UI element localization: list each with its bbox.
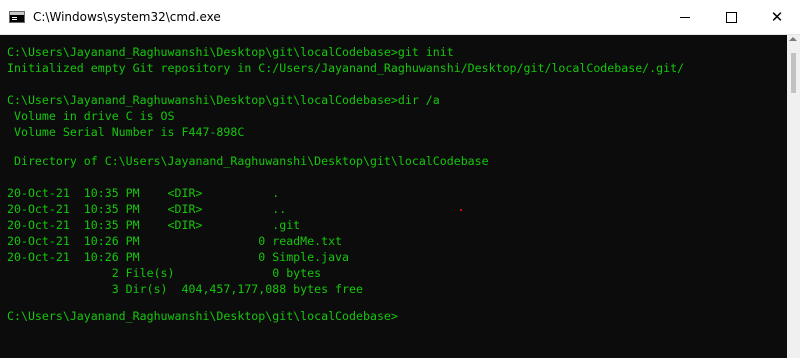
cmd-console-icon[interactable] — [9, 11, 25, 23]
console-output[interactable]: C:\Users\Jayanand_Raghuwanshi\Desktop\gi… — [0, 35, 787, 358]
console-line: C:\Users\Jayanand_Raghuwanshi\Desktop\gi… — [7, 93, 440, 107]
console-line: Initialized empty Git repository in C:/U… — [7, 61, 685, 75]
console-line: 20-Oct-21 10:35 PM <DIR> .git — [7, 218, 301, 232]
scroll-up-icon[interactable] — [789, 37, 797, 41]
console-line: Volume in drive C is OS — [7, 109, 175, 123]
console-line: Directory of C:\Users\Jayanand_Raghuwans… — [7, 154, 489, 168]
close-button[interactable]: ✕ — [754, 0, 800, 34]
console-line: 20-Oct-21 10:35 PM <DIR> .. — [7, 202, 287, 216]
console-prompt-line: C:\Users\Jayanand_Raghuwanshi\Desktop\gi… — [7, 309, 398, 323]
maximize-icon — [725, 11, 737, 23]
maximize-button[interactable] — [708, 0, 754, 34]
vertical-scrollbar[interactable] — [787, 35, 800, 358]
window-controls: ✕ — [662, 0, 800, 34]
console-line: 20-Oct-21 10:26 PM 0 readMe.txt — [7, 234, 343, 248]
minimize-icon — [680, 16, 690, 18]
close-icon: ✕ — [770, 7, 784, 26]
artifact-dot — [460, 209, 462, 211]
minimize-button[interactable] — [662, 0, 708, 34]
console-line: C:\Users\Jayanand_Raghuwanshi\Desktop\gi… — [7, 45, 454, 59]
title-bar[interactable]: C:\Windows\system32\cmd.exe ✕ — [0, 0, 800, 35]
cmd-window: C:\Windows\system32\cmd.exe ✕ C:\Users\J… — [0, 0, 800, 358]
console-line: 3 Dir(s) 404,457,177,088 bytes free — [7, 282, 363, 296]
console-line: 20-Oct-21 10:35 PM <DIR> . — [7, 186, 280, 200]
window-title: C:\Windows\system32\cmd.exe — [33, 10, 221, 24]
console-line: 2 File(s) 0 bytes — [7, 266, 322, 280]
console-line: 20-Oct-21 10:26 PM 0 Simple.java — [7, 250, 350, 264]
scroll-thumb[interactable] — [791, 53, 796, 93]
console-line: Volume Serial Number is F447-898C — [7, 125, 245, 139]
